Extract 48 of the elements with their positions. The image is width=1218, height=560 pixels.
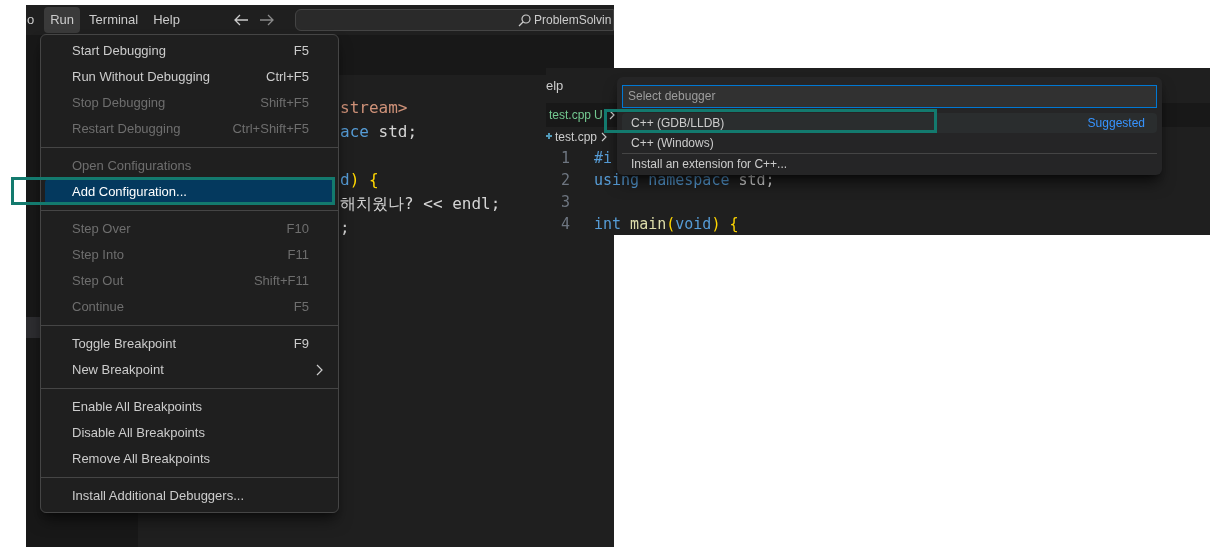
menu-item[interactable]: Run Without Debugging Ctrl+F5 xyxy=(45,64,334,90)
shortcut-text: F9 xyxy=(293,335,309,354)
list-item[interactable]: C++ (Windows) xyxy=(622,132,1157,153)
line-number: 2 xyxy=(559,169,570,191)
chevron-icon xyxy=(600,132,609,143)
search-text: ProblemSolvin xyxy=(533,12,612,29)
code-line: int main(void) { xyxy=(594,213,739,235)
search-field[interactable]: Select debugger xyxy=(622,84,1157,108)
code-line: 해치웠나? << endl; xyxy=(340,193,501,215)
list-item[interactable]: C++ (GDB/LLDB) Suggested xyxy=(622,112,1157,133)
menu-item[interactable]: Remove All Breakpoints xyxy=(45,446,334,472)
sidebar-selection xyxy=(26,317,40,338)
code-line: stream> xyxy=(340,97,408,119)
line-number: 4 xyxy=(559,213,570,235)
code-line: ace std; xyxy=(340,121,418,143)
line-number: 1 xyxy=(559,147,570,169)
shortcut-text: Shift+F5 xyxy=(260,94,309,113)
search-field[interactable]: ProblemSolvin xyxy=(294,9,614,31)
shortcut-text: F5 xyxy=(293,42,309,61)
shortcut-text: F5 xyxy=(293,298,309,317)
menu-item[interactable]: Disable All Breakpoints xyxy=(45,420,334,446)
menu-item[interactable]: o xyxy=(26,10,36,30)
menu-item[interactable]: elp xyxy=(546,75,564,96)
menu-item[interactable]: Run xyxy=(44,7,81,33)
code-line: d) { xyxy=(340,169,379,191)
menu-item[interactable]: Install Additional Debuggers... xyxy=(45,483,334,509)
menu-item[interactable]: Help xyxy=(147,7,186,33)
search-icon xyxy=(517,13,531,27)
forward-arrow-icon[interactable] xyxy=(258,13,275,27)
tab-title[interactable]: test.cpp xyxy=(549,106,592,125)
menu-item[interactable]: Toggle Breakpoint F9 xyxy=(45,331,334,357)
code-line: #i xyxy=(594,147,613,169)
menu-item[interactable]: Start Debugging F5 xyxy=(45,38,334,64)
shortcut-text: Ctrl+Shift+F5 xyxy=(232,120,309,139)
shortcut-text: Ctrl+F5 xyxy=(266,68,309,87)
menu-item[interactable]: New Breakpoint xyxy=(45,357,334,383)
suggested-label: Suggested xyxy=(1087,114,1145,132)
shortcut-text: F10 xyxy=(286,220,309,239)
menu-item[interactable]: Enable All Breakpoints xyxy=(45,394,334,420)
chevron-icon[interactable] xyxy=(607,110,616,121)
menu-item[interactable]: Terminal xyxy=(83,7,145,33)
tab-status: U xyxy=(594,107,603,125)
shortcut-text: F11 xyxy=(287,246,309,265)
line-number: 3 xyxy=(559,191,570,213)
breadcrumb-item[interactable]: test.cpp xyxy=(555,128,598,147)
back-arrow-icon[interactable] xyxy=(232,13,249,27)
code-line: ; xyxy=(340,217,350,239)
shortcut-text: Shift+F11 xyxy=(253,272,309,291)
